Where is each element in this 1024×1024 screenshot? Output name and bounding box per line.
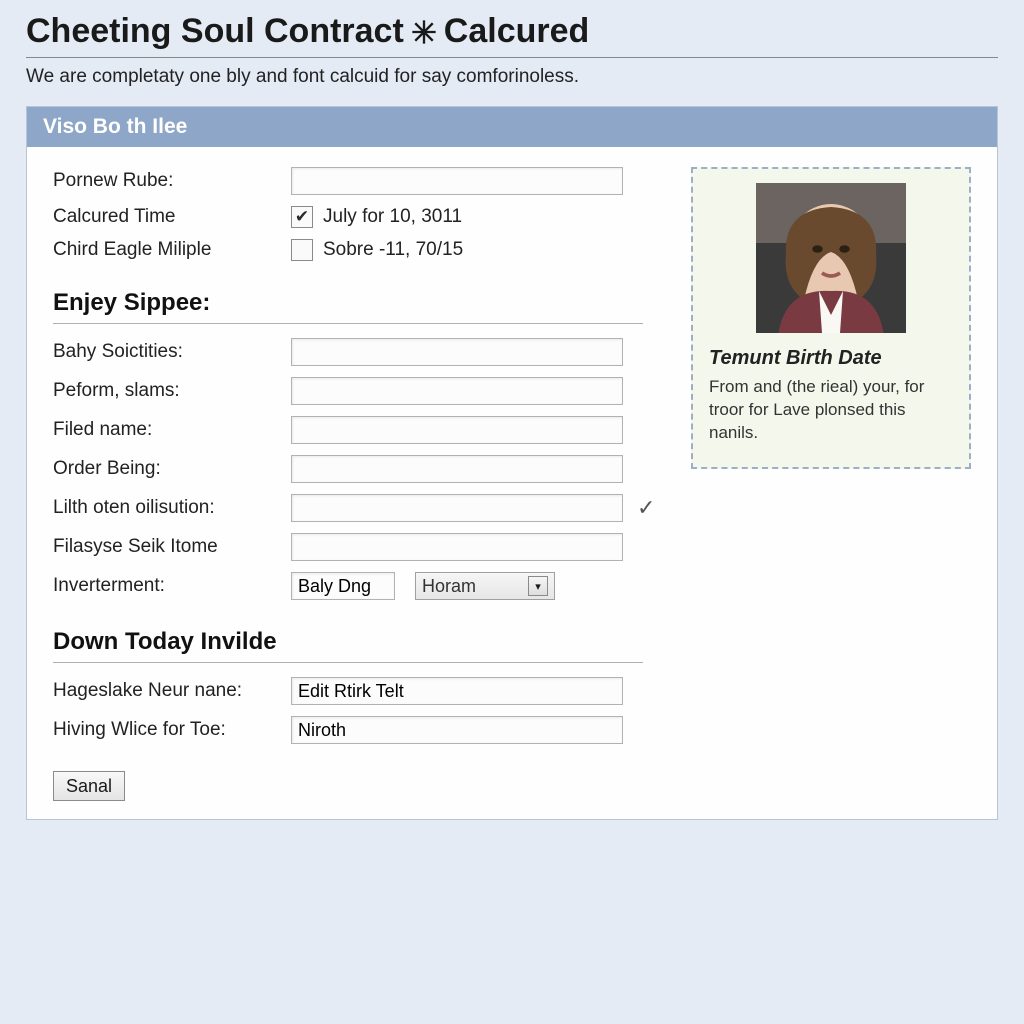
form-area: Pornew Rube: Calcured Time ✔ July for 10… [53,167,971,801]
checkmark-icon: ✓ [637,495,655,521]
row-lilth-oten: Lilth oten oilisution: ✓ [53,494,971,522]
label-filed-name: Filed name: [53,419,291,441]
label-pornew-rube: Pornew Rube: [53,170,291,192]
text-chird-eagle: Sobre -11, 70/15 [323,239,463,261]
sanal-button[interactable]: Sanal [53,771,125,801]
input-bahy-soictities[interactable] [291,338,623,366]
input-filed-name[interactable] [291,416,623,444]
row-filed-name: Filed name: [53,416,971,444]
input-peform-slams[interactable] [291,377,623,405]
page-title-part2: Calcured [444,12,590,51]
page-title: Cheeting Soul Contract Calcured [26,12,998,51]
label-hageslake: Hageslake Neur nane: [53,680,291,702]
select-inverterment-text: Horam [422,576,476,597]
label-order-being: Order Being: [53,458,291,480]
section-divider-enjey [53,323,643,324]
label-bahy-soictities: Bahy Soictities: [53,341,291,363]
row-peform-slams: Peform, slams: [53,377,971,405]
row-calcured-time: Calcured Time ✔ July for 10, 3011 [53,206,971,228]
input-hiving-wlice[interactable] [291,716,623,744]
input-inverterment[interactable] [291,572,395,600]
snowflake-icon [410,18,438,46]
label-inverterment: Inverterment: [53,575,291,597]
row-inverterment: Inverterment: Horam ▾ [53,572,971,600]
input-order-being[interactable] [291,455,623,483]
title-divider [26,57,998,58]
label-hiving-wlice: Hiving Wlice for Toe: [53,719,291,741]
row-hageslake: Hageslake Neur nane: [53,677,971,705]
section-heading-enjey: Enjey Sippee: [53,289,971,317]
section-heading-down-today: Down Today Invilde [53,628,971,656]
label-filasyse-seik: Filasyse Seik Itome [53,536,291,558]
page-subtitle: We are completaty one bly and font calcu… [26,66,998,88]
text-calcured-time: July for 10, 3011 [323,206,462,228]
page-title-part1: Cheeting Soul Contract [26,12,404,51]
input-hageslake[interactable] [291,677,623,705]
checkbox-calcured-time[interactable]: ✔ [291,206,313,228]
input-lilth-oten[interactable] [291,494,623,522]
input-pornew-rube[interactable] [291,167,623,195]
row-bahy-soictities: Bahy Soictities: [53,338,971,366]
label-calcured-time: Calcured Time [53,206,291,228]
row-order-being: Order Being: [53,455,971,483]
row-filasyse-seik: Filasyse Seik Itome [53,533,971,561]
panel-body: Temunt Birth Date From and (the rieal) y… [27,147,997,819]
select-inverterment[interactable]: Horam ▾ [415,572,555,600]
label-peform-slams: Peform, slams: [53,380,291,402]
row-chird-eagle: Chird Eagle Miliple Sobre -11, 70/15 [53,239,971,261]
checkbox-chird-eagle[interactable] [291,239,313,261]
section-divider-down-today [53,662,643,663]
label-lilth-oten: Lilth oten oilisution: [53,497,291,519]
chevron-down-icon[interactable]: ▾ [528,576,548,596]
row-hiving-wlice: Hiving Wlice for Toe: [53,716,971,744]
main-panel: Viso Bo th Ilee Temunt Birth Date From a… [26,106,998,820]
input-filasyse-seik[interactable] [291,533,623,561]
label-chird-eagle: Chird Eagle Miliple [53,239,291,261]
row-pornew-rube: Pornew Rube: [53,167,971,195]
panel-header: Viso Bo th Ilee [27,107,997,147]
